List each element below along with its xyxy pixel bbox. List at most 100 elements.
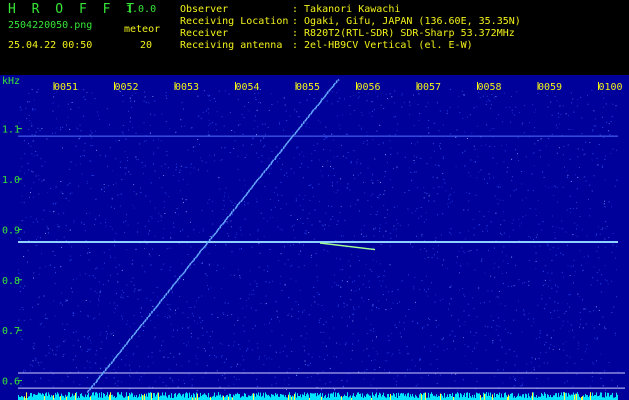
- noise-speck: [115, 182, 117, 184]
- noise-speck: [111, 228, 113, 230]
- noise-speck: [100, 332, 102, 334]
- noise-speck: [347, 133, 349, 135]
- noise-speck: [518, 160, 520, 162]
- noise-speck: [382, 294, 384, 296]
- noise-speck: [449, 286, 451, 288]
- noise-speck: [521, 171, 523, 172]
- noise-speck: [54, 203, 56, 205]
- noise-speck: [491, 128, 493, 130]
- noise-speck: [133, 290, 135, 292]
- noise-speck: [332, 327, 334, 329]
- x-tick-label: 0100: [598, 82, 622, 93]
- noise-speck: [461, 90, 463, 92]
- activity-bar: [128, 396, 129, 400]
- noise-speck: [284, 263, 286, 265]
- noise-speck: [326, 354, 328, 356]
- activity-bar: [347, 392, 348, 400]
- activity-bar: [601, 392, 602, 400]
- noise-speck: [539, 332, 541, 334]
- noise-speck: [54, 255, 56, 256]
- noise-speck: [113, 335, 114, 336]
- noise-speck: [161, 113, 163, 115]
- noise-speck: [473, 145, 475, 147]
- noise-speck: [316, 276, 318, 278]
- noise-speck: [144, 248, 145, 250]
- activity-bar: [410, 394, 411, 400]
- noise-speck: [385, 230, 387, 232]
- trace-dot: [93, 382, 96, 385]
- noise-speck: [165, 121, 167, 123]
- noise-speck: [571, 128, 573, 130]
- noise-speck: [78, 138, 80, 140]
- noise-speck: [436, 257, 438, 259]
- noise-speck: [448, 308, 450, 310]
- noise-speck: [69, 229, 71, 231]
- noise-speck: [303, 265, 305, 266]
- noise-speck: [394, 134, 396, 135]
- noise-speck: [378, 197, 380, 199]
- activity-bar: [423, 393, 424, 400]
- noise-speck: [53, 353, 55, 355]
- noise-speck: [515, 106, 517, 108]
- noise-speck: [366, 143, 368, 145]
- noise-speck: [336, 284, 337, 286]
- noise-speck: [382, 280, 384, 282]
- noise-speck: [78, 88, 80, 90]
- noise-speck: [526, 371, 528, 373]
- activity-bar: [438, 395, 439, 400]
- noise-speck: [529, 208, 531, 210]
- noise-speck: [252, 289, 254, 291]
- activity-bar: [407, 393, 408, 400]
- activity-bar: [72, 393, 73, 400]
- noise-speck: [393, 167, 394, 169]
- noise-speck: [192, 146, 194, 148]
- noise-speck: [593, 125, 595, 127]
- noise-speck: [35, 175, 37, 177]
- activity-bar: [233, 394, 234, 400]
- noise-speck: [96, 350, 98, 352]
- noise-speck: [183, 279, 184, 281]
- noise-speck: [124, 232, 126, 233]
- noise-speck: [291, 351, 293, 352]
- noise-speck: [446, 348, 448, 350]
- noise-speck: [79, 124, 81, 126]
- noise-speck: [178, 180, 180, 182]
- noise-speck: [281, 229, 283, 231]
- noise-speck: [38, 296, 40, 298]
- noise-speck: [234, 131, 236, 133]
- noise-speck: [269, 322, 270, 324]
- noise-speck: [616, 269, 618, 271]
- noise-speck: [341, 269, 343, 271]
- noise-speck: [498, 186, 499, 188]
- noise-speck: [32, 221, 34, 223]
- noise-speck: [156, 286, 158, 288]
- noise-speck: [373, 331, 375, 332]
- noise-speck: [205, 247, 207, 249]
- activity-bar: [203, 394, 204, 400]
- noise-speck: [522, 199, 523, 201]
- noise-speck: [202, 320, 204, 321]
- noise-speck: [592, 277, 594, 279]
- noise-speck: [20, 109, 22, 111]
- noise-speck: [476, 249, 478, 251]
- noise-speck: [147, 366, 149, 368]
- noise-speck: [150, 320, 152, 322]
- noise-speck: [72, 345, 74, 347]
- noise-speck: [407, 224, 409, 226]
- noise-speck: [548, 187, 550, 189]
- noise-speck: [61, 292, 63, 294]
- noise-speck: [24, 172, 25, 174]
- noise-speck: [274, 192, 275, 193]
- activity-bar: [538, 396, 539, 400]
- noise-speck: [421, 235, 423, 237]
- noise-speck: [593, 310, 595, 312]
- noise-speck: [149, 124, 151, 126]
- noise-speck: [351, 254, 352, 256]
- noise-speck: [435, 240, 437, 242]
- noise-speck: [300, 335, 302, 337]
- noise-speck: [490, 221, 492, 223]
- activity-bar: [119, 394, 120, 400]
- noise-speck: [308, 364, 310, 366]
- noise-speck: [83, 96, 85, 98]
- noise-speck: [438, 130, 440, 132]
